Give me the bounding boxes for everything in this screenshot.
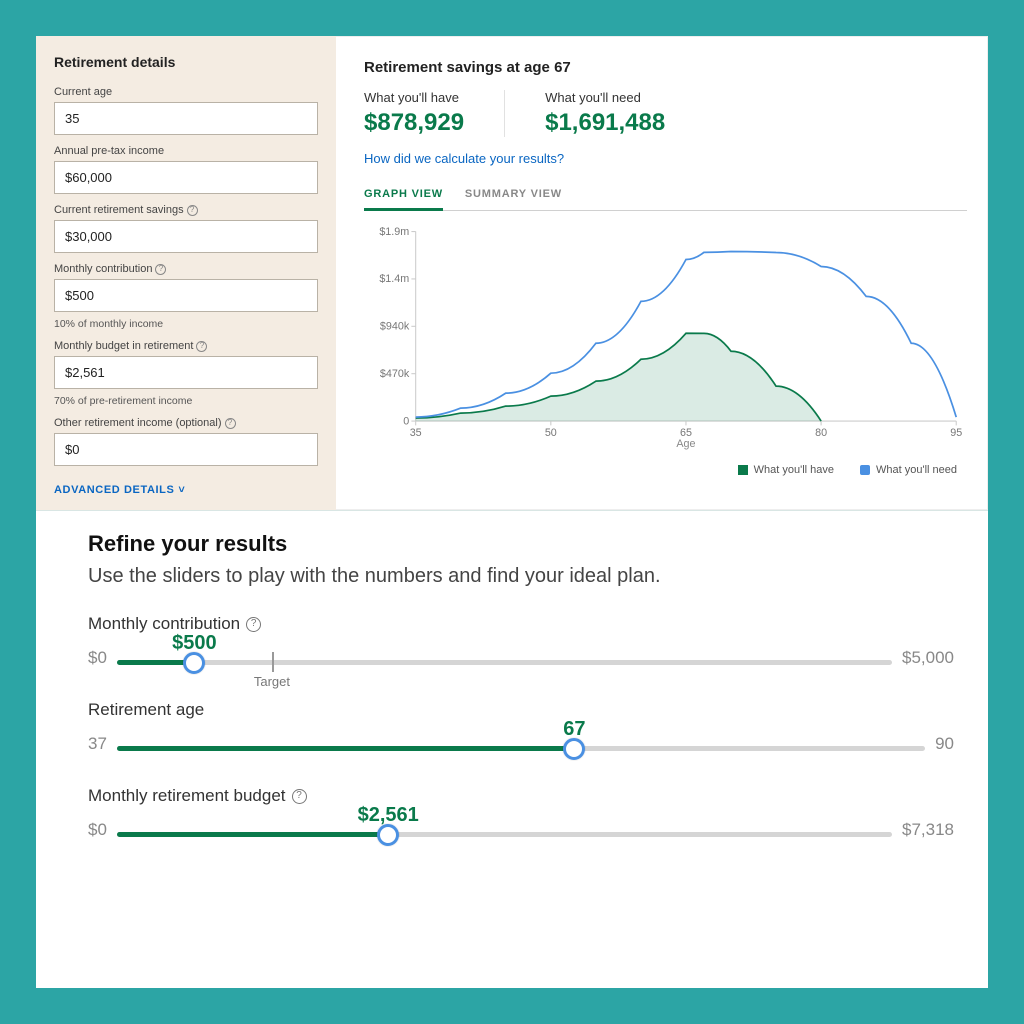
label-savings: Current retirement savings ? xyxy=(54,204,318,216)
slider-contribution-min: $0 xyxy=(88,648,107,668)
slider-budget-block: Monthly retirement budget ? $0 $2,561 $7… xyxy=(88,786,954,850)
slider-contribution[interactable]: Target $500 xyxy=(117,638,892,678)
label-current-age: Current age xyxy=(54,86,318,98)
chart-legend: What you'll have What you'll need xyxy=(364,456,967,480)
svg-text:95: 95 xyxy=(950,427,962,439)
label-budget: Monthly budget in retirement ? xyxy=(54,340,318,352)
results-heading: Retirement savings at age 67 xyxy=(364,59,967,76)
help-icon[interactable]: ? xyxy=(225,418,236,429)
help-icon[interactable]: ? xyxy=(187,205,198,216)
slider-thumb[interactable] xyxy=(183,652,205,674)
slider-budget-min: $0 xyxy=(88,820,107,840)
field-budget: Monthly budget in retirement ? 70% of pr… xyxy=(54,340,318,407)
result-need: What you'll need $1,691,488 xyxy=(504,90,705,137)
field-other-income: Other retirement income (optional) ? xyxy=(54,417,318,466)
how-calculated-link[interactable]: How did we calculate your results? xyxy=(364,151,967,166)
input-income[interactable] xyxy=(54,161,318,194)
slider-thumb[interactable] xyxy=(563,738,585,760)
slider-contribution-title: Monthly contribution ? xyxy=(88,614,954,634)
svg-text:$470k: $470k xyxy=(380,368,410,380)
slider-contribution-block: Monthly contribution ? $0 Target $500 $5… xyxy=(88,614,954,678)
svg-text:0: 0 xyxy=(403,415,409,427)
label-income: Annual pre-tax income xyxy=(54,145,318,157)
retirement-details-panel: Retirement details Current age Annual pr… xyxy=(36,36,336,510)
results-panel: Retirement savings at age 67 What you'll… xyxy=(336,36,988,510)
svg-text:80: 80 xyxy=(815,427,827,439)
slider-budget-max: $7,318 xyxy=(902,820,954,840)
svg-text:$1.9m: $1.9m xyxy=(379,226,409,238)
slider-budget-title: Monthly retirement budget ? xyxy=(88,786,954,806)
input-contribution[interactable] xyxy=(54,279,318,312)
help-icon[interactable]: ? xyxy=(246,617,261,632)
field-savings: Current retirement savings ? xyxy=(54,204,318,253)
label-other-income: Other retirement income (optional) ? xyxy=(54,417,318,429)
result-need-value: $1,691,488 xyxy=(545,109,665,137)
refine-heading: Refine your results xyxy=(88,531,954,557)
slider-contribution-max: $5,000 xyxy=(902,648,954,668)
input-budget[interactable] xyxy=(54,356,318,389)
label-contribution: Monthly contribution ? xyxy=(54,263,318,275)
slider-retire-age-block: Retirement age 37 67 90 xyxy=(88,700,954,764)
legend-need: What you'll need xyxy=(860,464,957,476)
slider-thumb[interactable] xyxy=(377,824,399,846)
result-need-label: What you'll need xyxy=(545,90,665,105)
slider-budget[interactable]: $2,561 xyxy=(117,810,892,850)
tab-summary-view[interactable]: SUMMARY VIEW xyxy=(465,180,562,210)
details-heading: Retirement details xyxy=(54,54,318,70)
chart-container: 0$470k$940k$1.4m$1.9m3550658095Age What … xyxy=(364,221,967,499)
input-other-income[interactable] xyxy=(54,433,318,466)
slider-retire-age-title: Retirement age xyxy=(88,700,954,720)
svg-text:50: 50 xyxy=(545,427,557,439)
svg-text:$940k: $940k xyxy=(380,321,410,333)
hint-budget: 70% of pre-retirement income xyxy=(54,395,318,407)
tab-graph-view[interactable]: GRAPH VIEW xyxy=(364,180,443,211)
result-have: What you'll have $878,929 xyxy=(364,90,504,137)
slider-retire-age-max: 90 xyxy=(935,734,954,754)
help-icon[interactable]: ? xyxy=(196,341,207,352)
retirement-calculator-card: Retirement details Current age Annual pr… xyxy=(36,36,988,988)
help-icon[interactable]: ? xyxy=(155,264,166,275)
results-summary: What you'll have $878,929 What you'll ne… xyxy=(364,90,967,137)
field-income: Annual pre-tax income xyxy=(54,145,318,194)
top-panel: Retirement details Current age Annual pr… xyxy=(36,36,988,511)
refine-panel: Refine your results Use the sliders to p… xyxy=(36,511,988,884)
result-have-value: $878,929 xyxy=(364,109,464,137)
input-savings[interactable] xyxy=(54,220,318,253)
result-have-label: What you'll have xyxy=(364,90,464,105)
advanced-details-toggle[interactable]: ADVANCED DETAILS ˅ xyxy=(54,484,318,496)
slider-retire-age[interactable]: 67 xyxy=(117,724,925,764)
field-current-age: Current age xyxy=(54,86,318,135)
hint-contribution: 10% of monthly income xyxy=(54,318,318,330)
svg-text:35: 35 xyxy=(410,427,422,439)
refine-lead: Use the sliders to play with the numbers… xyxy=(88,565,954,588)
input-current-age[interactable] xyxy=(54,102,318,135)
legend-have: What you'll have xyxy=(738,464,834,476)
field-contribution: Monthly contribution ? 10% of monthly in… xyxy=(54,263,318,330)
slider-retire-age-min: 37 xyxy=(88,734,107,754)
results-tabs: GRAPH VIEW SUMMARY VIEW xyxy=(364,180,967,211)
svg-text:$1.4m: $1.4m xyxy=(379,273,409,285)
savings-chart: 0$470k$940k$1.4m$1.9m3550658095Age xyxy=(364,221,967,451)
svg-text:Age: Age xyxy=(676,438,695,450)
help-icon[interactable]: ? xyxy=(292,789,307,804)
chevron-down-icon: ˅ xyxy=(178,484,185,496)
